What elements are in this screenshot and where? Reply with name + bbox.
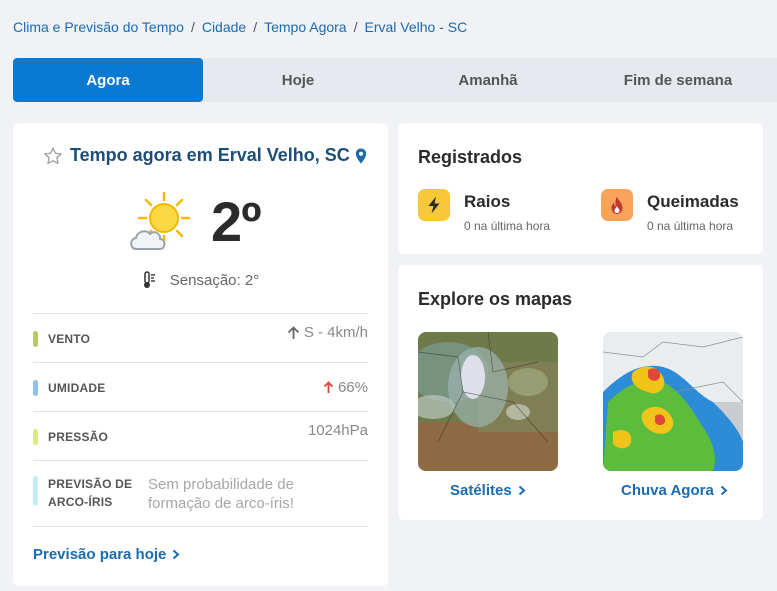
rain-radar-map-image <box>603 332 743 471</box>
lightning-icon-badge <box>418 189 450 221</box>
humidity-value-wrap: 66% <box>323 379 368 396</box>
lightning-icon <box>428 196 440 214</box>
satellite-map-image <box>418 332 558 471</box>
lightning-name: Raios <box>464 192 511 211</box>
lightning-count: 0 na última hora <box>464 219 551 233</box>
rain-radar-map-thumbnail[interactable] <box>603 332 743 471</box>
chevron-right-icon <box>518 485 526 496</box>
breadcrumb-separator: / <box>190 19 195 35</box>
rainbow-value-line1: Sem probabilidade de <box>148 476 294 493</box>
wind-direction-arrow-icon <box>287 325 299 339</box>
wind-value-wrap: S - 4km/h <box>287 324 368 341</box>
humidity-trend-arrow-icon <box>323 381 334 393</box>
detail-row-rainbow: PREVISÃO DE ARCO-ÍRIS Sem probabilidade … <box>33 460 368 527</box>
chevron-right-icon <box>720 485 728 496</box>
registered-item-lightning[interactable]: Raios 0 na última hora <box>418 189 550 233</box>
satellite-map-thumbnail[interactable] <box>418 332 558 471</box>
satellite-link[interactable]: Satélites <box>450 482 526 499</box>
breadcrumb-city[interactable]: Erval Velho - SC <box>364 19 467 35</box>
pressure-value: 1024hPa <box>307 422 368 439</box>
tab-agora[interactable]: Agora <box>13 58 203 102</box>
breadcrumb-separator: / <box>253 19 258 35</box>
current-temperature: 2º <box>211 190 262 253</box>
satellite-link-label: Satélites <box>450 482 512 499</box>
fires-text: Queimadas 0 na última hora <box>647 189 739 233</box>
registered-item-fires[interactable]: Queimadas 0 na última hora <box>601 189 739 233</box>
breadcrumb-separator: / <box>353 19 358 35</box>
wind-label: VENTO <box>48 332 91 346</box>
current-weather-heading: Tempo agora em Erval Velho, SC <box>43 145 373 166</box>
fire-icon-badge <box>601 189 633 221</box>
fire-icon <box>611 196 623 214</box>
explore-maps-card: Explore os mapas Satélites Chuva Agora <box>398 265 763 520</box>
pressure-indicator <box>33 429 38 445</box>
rain-now-link[interactable]: Chuva Agora <box>621 482 728 499</box>
tab-fim-de-semana[interactable]: Fim de semana <box>583 58 773 102</box>
page-title: Tempo agora em Erval Velho, SC <box>70 145 350 165</box>
current-weather-card: Tempo agora em Erval Velho, SC 2º Sensaç… <box>13 123 388 586</box>
breadcrumb-tempo-agora[interactable]: Tempo Agora <box>264 19 347 35</box>
wind-value: S - 4km/h <box>303 324 368 341</box>
fires-count: 0 na última hora <box>647 219 734 233</box>
breadcrumb-clima[interactable]: Clima e Previsão do Tempo <box>13 19 184 35</box>
forecast-today-link[interactable]: Previsão para hoje <box>33 546 180 563</box>
star-icon[interactable] <box>43 146 63 166</box>
wind-indicator <box>33 331 38 347</box>
detail-row-pressure: PRESSÃO 1024hPa <box>33 411 368 460</box>
rainbow-label-line2: ARCO-ÍRIS <box>48 495 113 509</box>
tab-hoje[interactable]: Hoje <box>203 58 393 102</box>
rainbow-value-line2: formação de arco-íris! <box>148 495 294 512</box>
detail-row-humidity: UMIDADE 66% <box>33 362 368 411</box>
forecast-today-link-label: Previsão para hoje <box>33 546 167 563</box>
weather-details: VENTO S - 4km/h UMIDADE 66% PRESSÃO 1024… <box>33 313 368 527</box>
period-tabs: Agora Hoje Amanhã Fim de semana <box>13 58 777 102</box>
thermometer-icon <box>143 271 155 288</box>
chevron-right-icon <box>173 549 180 560</box>
breadcrumb-cidade[interactable]: Cidade <box>202 19 246 35</box>
fires-name: Queimadas <box>647 192 739 211</box>
registered-card: Registrados Raios 0 na última hora Queim… <box>398 123 763 254</box>
lightning-text: Raios 0 na última hora <box>464 189 550 233</box>
feels-like: Sensação: 2° <box>13 271 388 289</box>
rain-now-link-label: Chuva Agora <box>621 482 714 499</box>
rainbow-indicator <box>33 476 38 506</box>
humidity-value: 66% <box>337 379 368 396</box>
humidity-label: UMIDADE <box>48 381 106 395</box>
rainbow-label: PREVISÃO DE ARCO-ÍRIS <box>48 475 138 511</box>
tab-amanha[interactable]: Amanhã <box>393 58 583 102</box>
humidity-indicator <box>33 380 38 396</box>
feels-like-text: Sensação: 2° <box>169 271 260 289</box>
rainbow-label-line1: PREVISÃO DE <box>48 477 133 491</box>
rainbow-value: Sem probabilidade de formação de arco-ír… <box>148 475 348 513</box>
registered-title: Registrados <box>418 147 523 167</box>
sun-cloud-icon <box>130 191 191 250</box>
location-pin-icon[interactable] <box>355 148 367 164</box>
explore-maps-title: Explore os mapas <box>418 289 573 309</box>
breadcrumb: Clima e Previsão do Tempo / Cidade / Tempo A… <box>13 19 467 35</box>
pressure-label: PRESSÃO <box>48 430 109 444</box>
detail-row-wind: VENTO S - 4km/h <box>33 313 368 362</box>
